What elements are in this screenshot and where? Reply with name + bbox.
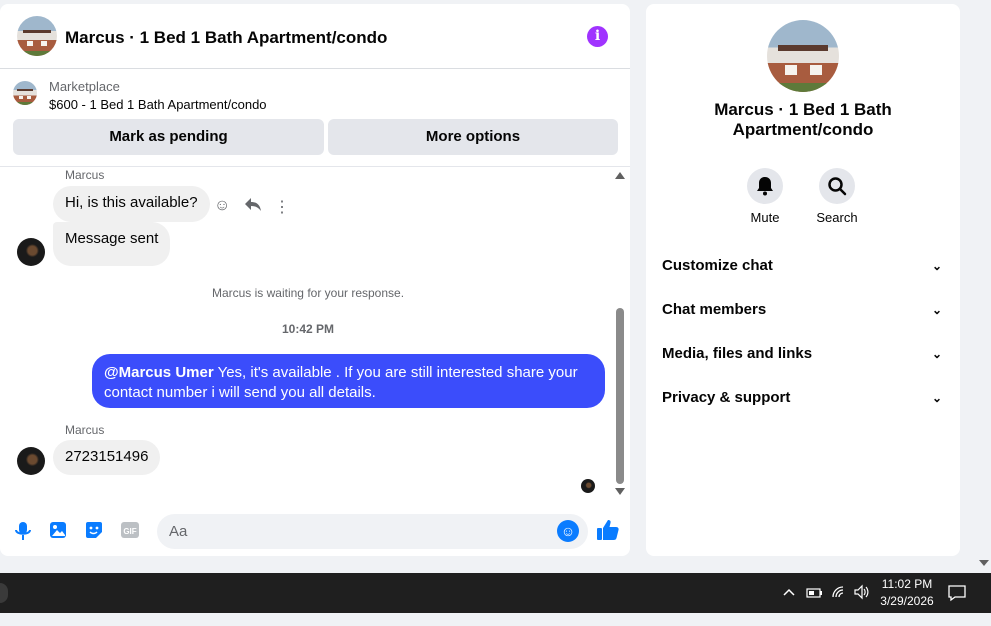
incoming-message[interactable]: Message sent xyxy=(53,222,171,266)
info-title: Marcus · 1 Bed 1 Bath Apartment/condo xyxy=(714,100,892,139)
gif-icon[interactable]: GIF xyxy=(121,521,141,541)
row-label: Chat members xyxy=(662,301,767,318)
reply-icon[interactable] xyxy=(244,197,262,218)
info-icon[interactable]: i xyxy=(587,26,608,47)
conversation-info-panel: Marcus · 1 Bed 1 Bath Apartment/condo Mu… xyxy=(646,4,960,556)
microphone-icon[interactable] xyxy=(14,521,34,541)
read-receipt-avatar xyxy=(581,479,595,493)
scroll-down-arrow[interactable] xyxy=(615,488,625,495)
emoji-icon[interactable]: ☺ xyxy=(557,520,579,542)
sender-name: Marcus xyxy=(65,423,105,437)
row-label: Media, files and links xyxy=(662,345,813,362)
mute-button[interactable] xyxy=(747,168,783,204)
chat-header: Marcus · 1 Bed 1 Bath Apartment/condo i xyxy=(0,4,630,69)
privacy-support-row[interactable]: Privacy & support ⌄ xyxy=(662,383,942,413)
app-icon[interactable] xyxy=(0,583,8,603)
listing-price-title[interactable]: $600 - 1 Bed 1 Bath Apartment/condo xyxy=(49,97,267,112)
listing-avatar[interactable] xyxy=(17,16,57,56)
chevron-down-icon: ⌄ xyxy=(931,259,942,273)
incoming-message[interactable]: Hi, is this available? xyxy=(53,186,210,222)
react-icon[interactable]: ☺ xyxy=(214,197,230,215)
search-button[interactable] xyxy=(819,168,855,204)
image-icon[interactable] xyxy=(49,521,69,541)
marketplace-banner: Marketplace $600 - 1 Bed 1 Bath Apartmen… xyxy=(0,69,630,167)
chevron-down-icon: ⌄ xyxy=(931,347,942,361)
clock-time: 11:02 PM xyxy=(881,577,933,591)
thumbs-up-icon[interactable] xyxy=(596,518,620,542)
sender-name: Marcus xyxy=(65,168,105,182)
page-scroll-down-arrow[interactable] xyxy=(979,560,989,566)
row-label: Privacy & support xyxy=(662,389,791,406)
chevron-down-icon: ⌄ xyxy=(931,303,942,317)
listing-thumbnail[interactable] xyxy=(13,81,37,105)
sticker-icon[interactable] xyxy=(85,521,105,541)
row-label: Customize chat xyxy=(662,257,773,274)
message-actions: ☺ ⋮ xyxy=(214,197,294,217)
customize-chat-row[interactable]: Customize chat ⌄ xyxy=(662,251,942,281)
battery-icon[interactable] xyxy=(806,586,824,626)
chat-panel: Marcus · 1 Bed 1 Bath Apartment/condo i … xyxy=(0,4,630,556)
svg-text:GIF: GIF xyxy=(123,527,136,536)
mention[interactable]: @Marcus Umer xyxy=(104,364,214,381)
outgoing-message[interactable]: @Marcus Umer Yes, it's available . If yo… xyxy=(92,354,605,408)
waiting-notice: Marcus is waiting for your response. xyxy=(211,286,405,300)
chat-title[interactable]: Marcus · 1 Bed 1 Bath Apartment/condo xyxy=(65,28,387,48)
message-input[interactable] xyxy=(157,514,588,549)
bell-icon xyxy=(757,177,773,196)
wifi-icon[interactable] xyxy=(831,585,847,625)
search-icon xyxy=(828,177,847,196)
incoming-message[interactable]: 2723151496 xyxy=(53,440,161,475)
chevron-up-icon[interactable] xyxy=(782,585,796,625)
more-options-button[interactable]: More options xyxy=(328,119,618,155)
marketplace-label: Marketplace xyxy=(49,79,120,94)
mark-as-pending-button[interactable]: Mark as pending xyxy=(13,119,324,155)
clock-date: 3/29/2026 xyxy=(880,594,934,608)
mute-label: Mute xyxy=(750,210,780,225)
volume-icon[interactable] xyxy=(853,584,869,624)
search-label: Search xyxy=(816,210,858,225)
taskbar: 11:02 PM 3/29/2026 xyxy=(0,573,991,613)
timestamp: 10:42 PM xyxy=(281,322,335,336)
chat-members-row[interactable]: Chat members ⌄ xyxy=(662,295,942,325)
media-files-links-row[interactable]: Media, files and links ⌄ xyxy=(662,339,942,369)
sender-avatar[interactable] xyxy=(17,447,45,475)
sender-avatar[interactable] xyxy=(17,238,45,266)
more-icon[interactable]: ⋮ xyxy=(274,197,290,217)
scroll-up-arrow[interactable] xyxy=(615,172,625,179)
taskbar-clock[interactable]: 11:02 PM 3/29/2026 xyxy=(872,576,942,610)
listing-large-avatar[interactable] xyxy=(767,20,839,92)
scroll-thumb[interactable] xyxy=(616,308,624,484)
chevron-down-icon: ⌄ xyxy=(931,391,942,405)
notifications-icon[interactable] xyxy=(948,584,966,624)
